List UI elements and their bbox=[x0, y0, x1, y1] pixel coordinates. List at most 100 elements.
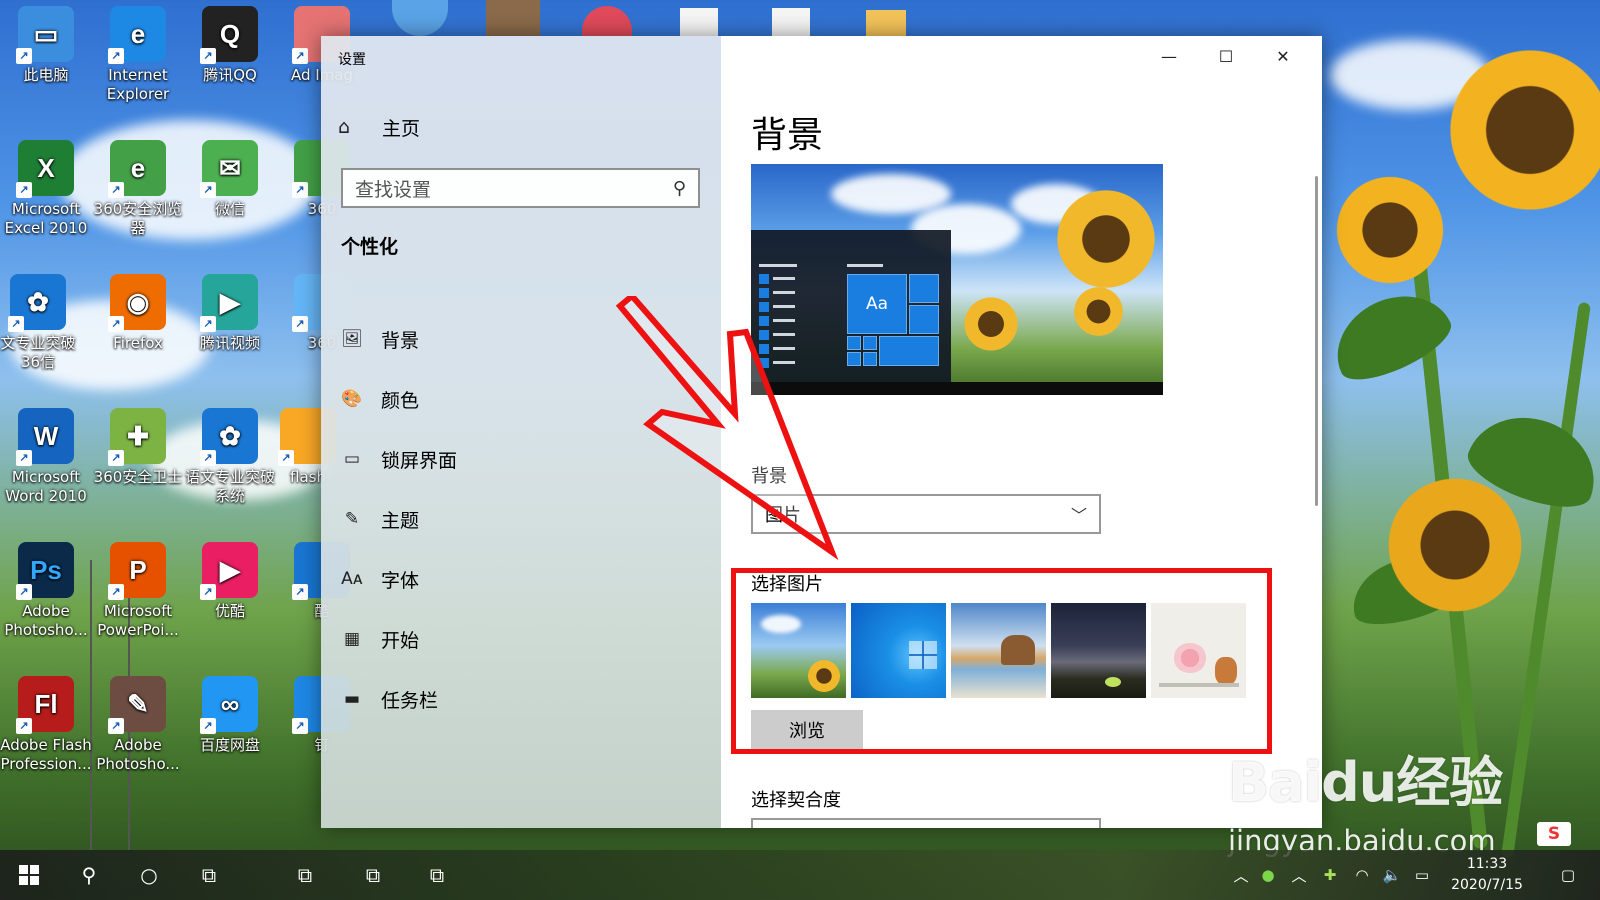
task-view-icon: ⧉ bbox=[201, 863, 217, 887]
sidebar-item-fonts[interactable]: Aᴀ 字体 bbox=[341, 563, 419, 595]
task-view-button[interactable]: ⧉ bbox=[184, 850, 234, 900]
desktop-icon[interactable]: PsAdobe Photosho... bbox=[0, 542, 92, 640]
scrollbar[interactable] bbox=[1315, 176, 1318, 506]
desktop-icon[interactable]: ✉微信 bbox=[184, 140, 276, 219]
notification-icon: ▢ bbox=[1560, 866, 1576, 884]
computer-icon: ▭ bbox=[16, 6, 74, 64]
tray-chevron[interactable]: ︿ bbox=[1230, 850, 1252, 900]
maximize-button[interactable]: ☐ bbox=[1198, 36, 1254, 76]
sidebar-item-taskbar[interactable]: ▬ 任务栏 bbox=[341, 683, 438, 715]
360-security-tray-icon: ✚ bbox=[1323, 866, 1337, 884]
volume-icon: 🔈 bbox=[1382, 866, 1402, 884]
sidebar-item-label: 颜色 bbox=[381, 389, 420, 412]
chinese-study-icon: ✿ bbox=[200, 408, 258, 466]
start-grid-icon: ▦ bbox=[343, 629, 361, 649]
cortana-button[interactable]: ○ bbox=[124, 850, 174, 900]
window-icon: ⧉ bbox=[297, 863, 313, 887]
taskbar-app[interactable]: ⧉ bbox=[412, 850, 462, 900]
theme-brush-icon: ✎ bbox=[344, 509, 360, 529]
file-icon[interactable] bbox=[680, 8, 718, 36]
maximize-icon: ☐ bbox=[1218, 46, 1234, 66]
close-icon: ✕ bbox=[1276, 46, 1290, 66]
desktop-icon[interactable]: ✿文专业突破 36信 bbox=[0, 274, 84, 372]
tray-app[interactable]: ● bbox=[1256, 850, 1280, 900]
desktop-icon[interactable]: ▶优酷 bbox=[184, 542, 276, 621]
sidebar-item-label: 锁屏界面 bbox=[381, 449, 458, 472]
app-icon[interactable] bbox=[392, 0, 448, 36]
palette-icon: 🎨 bbox=[341, 389, 363, 409]
taskbar-app[interactable]: ⧉ bbox=[280, 850, 330, 900]
minimize-button[interactable]: — bbox=[1141, 36, 1197, 76]
chevron-down-icon: ﹀ bbox=[1070, 506, 1087, 525]
window-icon: ⧉ bbox=[429, 863, 445, 887]
red-arrow-annotation bbox=[615, 296, 839, 561]
desktop-icon[interactable]: eInternet Explorer bbox=[92, 6, 184, 104]
desktop-icon[interactable]: ✎Adobe Photosho... bbox=[92, 676, 184, 774]
desktop-icon[interactable]: XMicrosoft Excel 2010 bbox=[0, 140, 92, 238]
app-icon[interactable] bbox=[486, 0, 540, 36]
tray-volume[interactable]: 🔈 bbox=[1380, 850, 1404, 900]
desktop-icon[interactable]: Q腾讯QQ bbox=[184, 6, 276, 85]
desktop-icon[interactable]: PMicrosoft PowerPoi... bbox=[92, 542, 184, 640]
desktop-icon[interactable]: ◉Firefox bbox=[92, 274, 184, 353]
action-center-button[interactable]: ▢ bbox=[1548, 850, 1588, 900]
desktop-icon[interactable]: FlAdobe Flash Profession... bbox=[0, 676, 92, 774]
search-input[interactable]: 查找设置 ⚲ bbox=[341, 168, 700, 208]
search-icon: ⚲ bbox=[81, 863, 97, 887]
file-icon[interactable] bbox=[772, 8, 810, 36]
fit-label: 选择契合度 bbox=[751, 790, 841, 811]
battery-icon: ▭ bbox=[1414, 866, 1430, 884]
tray-app[interactable]: ✚ bbox=[1318, 850, 1342, 900]
chevron-up-icon: ︿ bbox=[1291, 866, 1307, 885]
powerpoint-icon: P bbox=[108, 542, 166, 600]
system-clock[interactable]: 11:33 2020/7/15 bbox=[1432, 854, 1542, 896]
sidebar-item-background[interactable]: 🖼 背景 bbox=[341, 323, 419, 355]
desktop-icon[interactable]: ▶腾讯视频 bbox=[184, 274, 276, 353]
sidebar-item-colors[interactable]: 🎨 颜色 bbox=[341, 383, 419, 415]
baidu-watermark-logo: Baidu经验 bbox=[1228, 751, 1503, 814]
tencent-video-icon: ▶ bbox=[200, 274, 258, 332]
desktop-icon[interactable]: e360安全浏览器 bbox=[92, 140, 184, 238]
app-icon[interactable] bbox=[582, 6, 632, 36]
folder-icon[interactable] bbox=[866, 10, 906, 36]
qq-icon: Q bbox=[200, 6, 258, 64]
360-tray-icon: ● bbox=[1261, 866, 1275, 884]
youku-icon: ▶ bbox=[200, 542, 258, 600]
chevron-up-icon: ︿ bbox=[1233, 866, 1249, 885]
sidebar-item-lock-screen[interactable]: ▭ 锁屏界面 bbox=[341, 443, 457, 475]
desktop-icon[interactable]: ✚360安全卫士 bbox=[92, 408, 184, 487]
word-icon: W bbox=[16, 408, 74, 466]
picture-icon: 🖼 bbox=[341, 329, 363, 349]
tray-network[interactable]: ◠ bbox=[1350, 850, 1374, 900]
sidebar-item-label: 字体 bbox=[381, 569, 420, 592]
taskbar-app[interactable]: ⧉ bbox=[348, 850, 398, 900]
desktop-icon[interactable]: WMicrosoft Word 2010 bbox=[0, 408, 92, 506]
ime-s-icon[interactable]: S bbox=[1537, 822, 1571, 846]
desktop-icon[interactable]: ∞百度网盘 bbox=[184, 676, 276, 755]
taskbar-search-button[interactable]: ⚲ bbox=[64, 850, 114, 900]
page-title: 背景 bbox=[751, 115, 824, 156]
window-icon: ⧉ bbox=[365, 863, 381, 887]
sidebar-item-label: 背景 bbox=[381, 329, 420, 352]
windows-logo-icon bbox=[19, 865, 39, 885]
taskbar-icon: ▬ bbox=[343, 689, 361, 709]
fit-dropdown[interactable] bbox=[751, 818, 1101, 828]
tray-battery[interactable]: ▭ bbox=[1410, 850, 1434, 900]
home-icon: ⌂ bbox=[338, 116, 351, 138]
search-placeholder: 查找设置 bbox=[355, 178, 432, 201]
baidu-netdisk-icon: ∞ bbox=[200, 676, 258, 734]
sidebar-item-label: 主题 bbox=[381, 509, 420, 532]
sidebar-item-label: 任务栏 bbox=[381, 689, 439, 712]
desktop-icon[interactable]: ▭此电脑 bbox=[0, 6, 92, 85]
sidebar-item-start[interactable]: ▦ 开始 bbox=[341, 623, 419, 655]
close-button[interactable]: ✕ bbox=[1255, 36, 1311, 76]
internet-explorer-icon: e bbox=[108, 6, 166, 64]
lock-screen-icon: ▭ bbox=[343, 449, 361, 469]
flash-icon: Fl bbox=[16, 676, 74, 734]
start-button[interactable] bbox=[4, 850, 54, 900]
tray-chevron[interactable]: ︿ bbox=[1288, 850, 1310, 900]
nav-home[interactable]: ⌂ 主页 bbox=[338, 112, 420, 142]
photoshop-icon: Ps bbox=[16, 542, 74, 600]
photoshop-feather-icon: ✎ bbox=[108, 676, 166, 734]
sidebar-item-themes[interactable]: ✎ 主题 bbox=[341, 503, 419, 535]
